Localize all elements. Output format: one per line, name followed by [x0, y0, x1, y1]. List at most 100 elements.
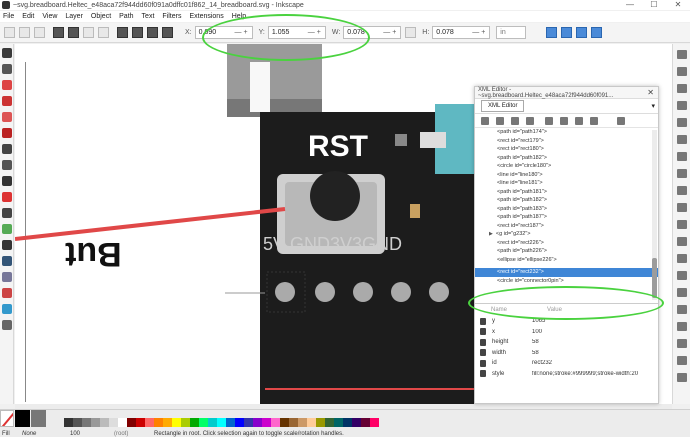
palette-swatch[interactable] — [136, 418, 145, 427]
indent-node-icon[interactable] — [560, 116, 568, 125]
save-icon[interactable] — [677, 84, 687, 93]
minimize-button[interactable]: — — [618, 0, 642, 10]
xml-node[interactable]: <rect id="rect226"> — [497, 239, 658, 248]
menu-text[interactable]: Text — [142, 13, 155, 20]
palette-swatch[interactable] — [352, 418, 361, 427]
delete-attribute-icon[interactable] — [480, 349, 486, 357]
no-paint-swatch[interactable] — [0, 410, 14, 427]
deselect-icon[interactable] — [34, 27, 45, 38]
new-text-node-icon[interactable] — [496, 116, 504, 125]
dropper-tool-icon[interactable] — [2, 320, 12, 330]
xml-node-tree[interactable]: <path id="path174"> <rect id="rect179"> … — [475, 128, 658, 304]
scale-stroke-icon[interactable] — [546, 27, 558, 38]
xml-node[interactable]: <ellipse id="ellipse226"> — [497, 256, 658, 265]
layout-toggle-icon[interactable] — [617, 116, 625, 125]
palette-swatch[interactable] — [289, 418, 298, 427]
scale-corners-icon[interactable] — [561, 27, 573, 38]
palette-swatch[interactable] — [73, 418, 82, 427]
print-icon[interactable] — [677, 101, 687, 110]
calligraphy-tool-icon[interactable] — [2, 240, 12, 250]
attr-value[interactable]: rect232 — [532, 360, 638, 366]
3d-box-tool-icon[interactable] — [2, 144, 12, 154]
attribute-row[interactable]: width 58 — [475, 348, 658, 359]
export-icon[interactable] — [677, 135, 687, 144]
palette-swatch[interactable] — [82, 418, 91, 427]
palette-swatch[interactable] — [334, 418, 343, 427]
palette-swatch[interactable] — [208, 418, 217, 427]
xml-tree-scrollbar[interactable] — [652, 130, 657, 300]
chevron-down-icon[interactable]: ▾ — [651, 102, 655, 110]
delete-attribute-icon[interactable] — [480, 317, 486, 325]
palette-swatch[interactable] — [91, 418, 100, 427]
unindent-node-icon[interactable] — [545, 116, 553, 125]
pencil-tool-icon[interactable] — [2, 208, 12, 218]
text-tool-icon[interactable] — [2, 256, 12, 266]
group-icon[interactable] — [677, 271, 687, 280]
redo-icon[interactable] — [677, 169, 687, 178]
menu-filters[interactable]: Filters — [162, 13, 181, 20]
xml-editor-icon[interactable] — [677, 356, 687, 365]
text-font-icon[interactable] — [677, 322, 687, 331]
select-all-layers-icon[interactable] — [19, 27, 30, 38]
palette-swatch[interactable] — [181, 418, 190, 427]
palette-swatch[interactable] — [370, 418, 379, 427]
close-button[interactable]: ✕ — [666, 0, 690, 10]
zoom-icon[interactable] — [677, 220, 687, 229]
palette-swatch[interactable] — [262, 418, 271, 427]
menu-file[interactable]: File — [3, 13, 14, 20]
palette-swatch[interactable] — [163, 418, 172, 427]
xml-node[interactable]: <path id="path226"> — [497, 247, 658, 256]
expand-icon[interactable]: ▶ — [489, 231, 493, 237]
align-icon[interactable] — [677, 373, 687, 382]
layer-selector[interactable]: (root) — [114, 431, 144, 437]
xml-node[interactable]: <rect id="rect180"> — [497, 145, 658, 154]
attr-value[interactable]: 100 — [532, 329, 638, 335]
xml-node[interactable]: <path id="path182"> — [497, 196, 658, 205]
paste-icon[interactable] — [677, 203, 687, 212]
pen-tool-icon[interactable] — [2, 224, 12, 234]
clone-icon[interactable] — [677, 254, 687, 263]
color-palette[interactable] — [64, 418, 379, 427]
palette-swatch[interactable] — [100, 418, 109, 427]
menu-view[interactable]: View — [42, 13, 57, 20]
attr-value[interactable]: fill:none;stroke:#999999;stroke-width:20 — [532, 371, 638, 377]
flip-vertical-icon[interactable] — [98, 27, 109, 38]
flip-horizontal-icon[interactable] — [83, 27, 94, 38]
h-field[interactable]: 0.078 —+ — [432, 26, 491, 39]
h-stepper-icon[interactable]: —+ — [472, 27, 489, 38]
delete-attribute-icon[interactable] — [480, 338, 486, 346]
delete-attribute-icon[interactable] — [480, 328, 486, 336]
select-all-icon[interactable] — [4, 27, 15, 38]
palette-swatch[interactable] — [145, 418, 154, 427]
palette-swatch[interactable] — [127, 418, 136, 427]
lower-node-icon[interactable] — [590, 116, 598, 125]
w-stepper-icon[interactable]: —+ — [383, 27, 400, 38]
xml-node[interactable]: <path id="path182"> — [497, 154, 658, 163]
ungroup-icon[interactable] — [677, 288, 687, 297]
palette-swatch[interactable] — [190, 418, 199, 427]
duplicate-icon[interactable] — [677, 237, 687, 246]
xml-node[interactable]: <circle id="circle180"> — [497, 162, 658, 171]
xml-node[interactable]: <line id="line180"> — [497, 171, 658, 180]
new-document-icon[interactable] — [677, 50, 687, 59]
menu-edit[interactable]: Edit — [22, 13, 34, 20]
palette-swatch[interactable] — [244, 418, 253, 427]
xml-node[interactable]: <path id="path181"> — [497, 188, 658, 197]
new-element-node-icon[interactable] — [481, 116, 489, 125]
palette-swatch[interactable] — [271, 418, 280, 427]
palette-swatch[interactable] — [298, 418, 307, 427]
xml-node[interactable]: <line id="line181"> — [497, 179, 658, 188]
xml-node[interactable]: <rect id="rect179"> — [497, 137, 658, 146]
menu-extensions[interactable]: Extensions — [189, 13, 223, 20]
attr-value[interactable]: 58 — [532, 339, 638, 345]
raise-to-top-icon[interactable] — [117, 27, 128, 38]
unit-select[interactable]: in — [496, 26, 527, 39]
xml-node-g232[interactable]: ▶ <g id="g232"> — [489, 230, 658, 239]
delete-attribute-icon[interactable] — [480, 359, 486, 367]
xml-node[interactable]: <rect id="rect187"> — [497, 222, 658, 231]
palette-swatch[interactable] — [253, 418, 262, 427]
import-icon[interactable] — [677, 118, 687, 127]
duplicate-node-icon[interactable] — [511, 116, 519, 125]
palette-swatch[interactable] — [325, 418, 334, 427]
tweak-tool-icon[interactable] — [2, 80, 12, 90]
